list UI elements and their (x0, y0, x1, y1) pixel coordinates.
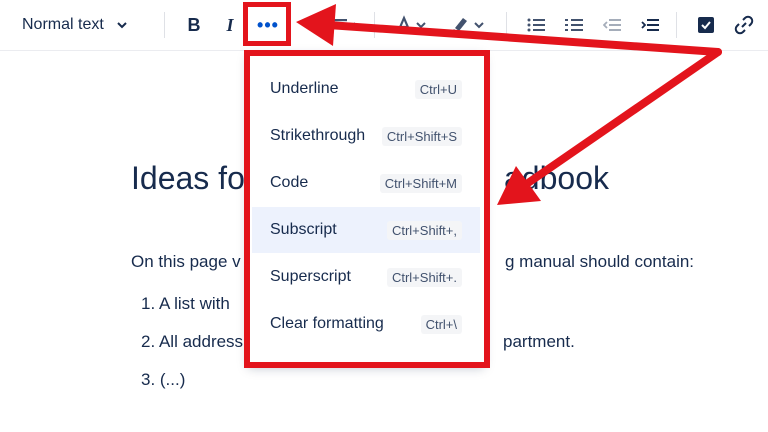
menu-item-strikethrough[interactable]: Strikethrough Ctrl+Shift+S (252, 113, 480, 159)
editor-screen: Normal text B I ••• Ideas fo adbook On t… (0, 0, 768, 432)
annotation-box-more-button (243, 2, 291, 46)
highlight-button[interactable] (446, 8, 490, 42)
italic-button[interactable]: I (216, 8, 244, 42)
numbered-list-icon (565, 19, 583, 31)
menu-item-label: Strikethrough (270, 127, 366, 144)
link-icon (734, 15, 754, 35)
outdent-icon (603, 19, 621, 31)
toolbar-divider (676, 12, 677, 38)
intro-paragraph: On this page v g manual should contain: (131, 252, 694, 272)
menu-item-label: Code (270, 174, 309, 191)
bullet-list-button[interactable] (522, 8, 550, 42)
intro-paragraph-end: g manual should contain: (505, 252, 695, 271)
page-title-end: adbook (504, 160, 609, 196)
link-button[interactable] (730, 8, 758, 42)
menu-item-shortcut: Ctrl+U (414, 79, 462, 99)
intro-paragraph-start: On this page v (131, 252, 241, 271)
outdent-button[interactable] (598, 8, 626, 42)
toolbar-divider (506, 12, 507, 38)
menu-item-superscript[interactable]: Superscript Ctrl+Shift+. (252, 254, 480, 300)
page-title: Ideas fo adbook (131, 160, 609, 197)
editor-toolbar: Normal text B I ••• (0, 0, 768, 51)
toolbar-divider (374, 12, 375, 38)
indent-icon (641, 19, 659, 31)
menu-item-label: Subscript (270, 221, 337, 238)
alignment-button[interactable] (326, 8, 362, 42)
menu-item-underline[interactable]: Underline Ctrl+U (252, 66, 480, 112)
bold-icon: B (187, 14, 201, 35)
menu-item-label: Clear formatting (270, 315, 384, 332)
menu-item-label: Superscript (270, 268, 351, 285)
list-item-start: 1. A list with (141, 294, 230, 313)
list-item-start: 2. All address (141, 332, 244, 351)
list-item: 3. (...) (141, 370, 185, 390)
menu-item-shortcut: Ctrl+Shift+M (379, 173, 462, 193)
bullet-list-icon (527, 18, 545, 32)
menu-item-label: Underline (270, 80, 339, 97)
text-style-label: Normal text (22, 16, 104, 33)
menu-item-clear-formatting[interactable]: Clear formatting Ctrl+\ (252, 301, 480, 347)
menu-item-subscript[interactable]: Subscript Ctrl+Shift+, (252, 207, 480, 253)
menu-item-code[interactable]: Code Ctrl+Shift+M (252, 160, 480, 206)
text-color-button[interactable] (392, 8, 432, 42)
task-checkbox-icon (698, 17, 714, 33)
toolbar-divider (164, 12, 165, 38)
bold-button[interactable]: B (180, 8, 208, 42)
text-style-dropdown[interactable]: Normal text (14, 8, 162, 42)
menu-item-shortcut: Ctrl+Shift+. (386, 267, 462, 287)
list-item-start: 3. (...) (141, 370, 186, 389)
indent-button[interactable] (636, 8, 664, 42)
page-title-start: Ideas fo (131, 160, 245, 196)
text-color-icon (396, 15, 426, 33)
list-item: 2. All address partment. (141, 332, 575, 352)
highlight-icon (451, 18, 484, 36)
menu-item-shortcut: Ctrl+\ (420, 314, 462, 334)
menu-item-shortcut: Ctrl+Shift+S (381, 126, 462, 146)
align-icon (333, 19, 355, 28)
list-item: 1. A list with (141, 294, 230, 314)
list-item-end: partment. (503, 332, 575, 351)
chevron-down-icon (117, 22, 127, 29)
italic-icon: I (226, 14, 234, 35)
task-button[interactable] (692, 8, 720, 42)
menu-item-shortcut: Ctrl+Shift+, (386, 220, 462, 240)
numbered-list-button[interactable] (560, 8, 588, 42)
more-formatting-menu: Underline Ctrl+U Strikethrough Ctrl+Shif… (248, 52, 484, 364)
